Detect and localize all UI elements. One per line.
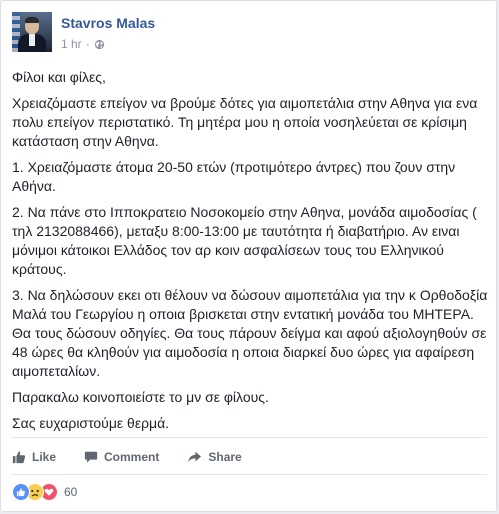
actions-divider-bottom	[12, 474, 487, 475]
author-name[interactable]: Stavros Malas	[61, 15, 155, 31]
post-paragraph: Παρακαλω κοινοποιείστε το μν σε φίλους.	[12, 389, 269, 405]
like-icon	[12, 483, 30, 501]
comment-icon	[84, 451, 98, 463]
post-paragraph: 3. Να δηλώσουν εκει οτι θέλουν να δώσουν…	[12, 287, 488, 379]
post-body: Φίλοι και φίλες, Χρειαζόμαστε επείγον να…	[12, 68, 490, 440]
post-paragraph: Χρειαζόμαστε επείγον να βρούμε δότες για…	[12, 95, 478, 149]
avatar-hair	[25, 17, 39, 23]
post-paragraph: 1. Χρειαζόμαστε άτομα 20-50 ετών (προτιμ…	[12, 159, 456, 194]
comment-label: Comment	[104, 450, 160, 464]
share-button[interactable]: Share	[187, 450, 242, 464]
globe-icon[interactable]	[94, 39, 105, 50]
avatar[interactable]	[12, 12, 52, 52]
post-card: Stavros Malas 1 hr · Φίλοι και φίλες, Χρ…	[0, 0, 497, 512]
post-meta: 1 hr ·	[61, 37, 105, 51]
like-button[interactable]: Like	[12, 450, 56, 464]
post-time[interactable]: 1 hr	[61, 37, 82, 51]
action-bar: Like Comment Share	[12, 444, 270, 470]
like-label: Like	[32, 450, 57, 464]
post-paragraph: Σας ευχαριστούμε θερμά.	[12, 415, 170, 431]
post-paragraph: Φίλοι και φίλες,	[12, 69, 106, 85]
meta-separator: ·	[85, 37, 90, 51]
thumbs-up-icon	[12, 451, 26, 464]
post-paragraph: 2. Να πάνε στο Ιπποκρατειο Νοσοκομείο στ…	[12, 204, 477, 277]
share-icon	[188, 451, 202, 463]
reactions-summary[interactable]: 60	[12, 483, 77, 501]
share-label: Share	[208, 450, 242, 464]
reaction-count[interactable]: 60	[64, 485, 77, 499]
avatar-shirt	[29, 34, 35, 46]
comment-button[interactable]: Comment	[84, 450, 159, 464]
actions-divider-top	[12, 437, 487, 438]
